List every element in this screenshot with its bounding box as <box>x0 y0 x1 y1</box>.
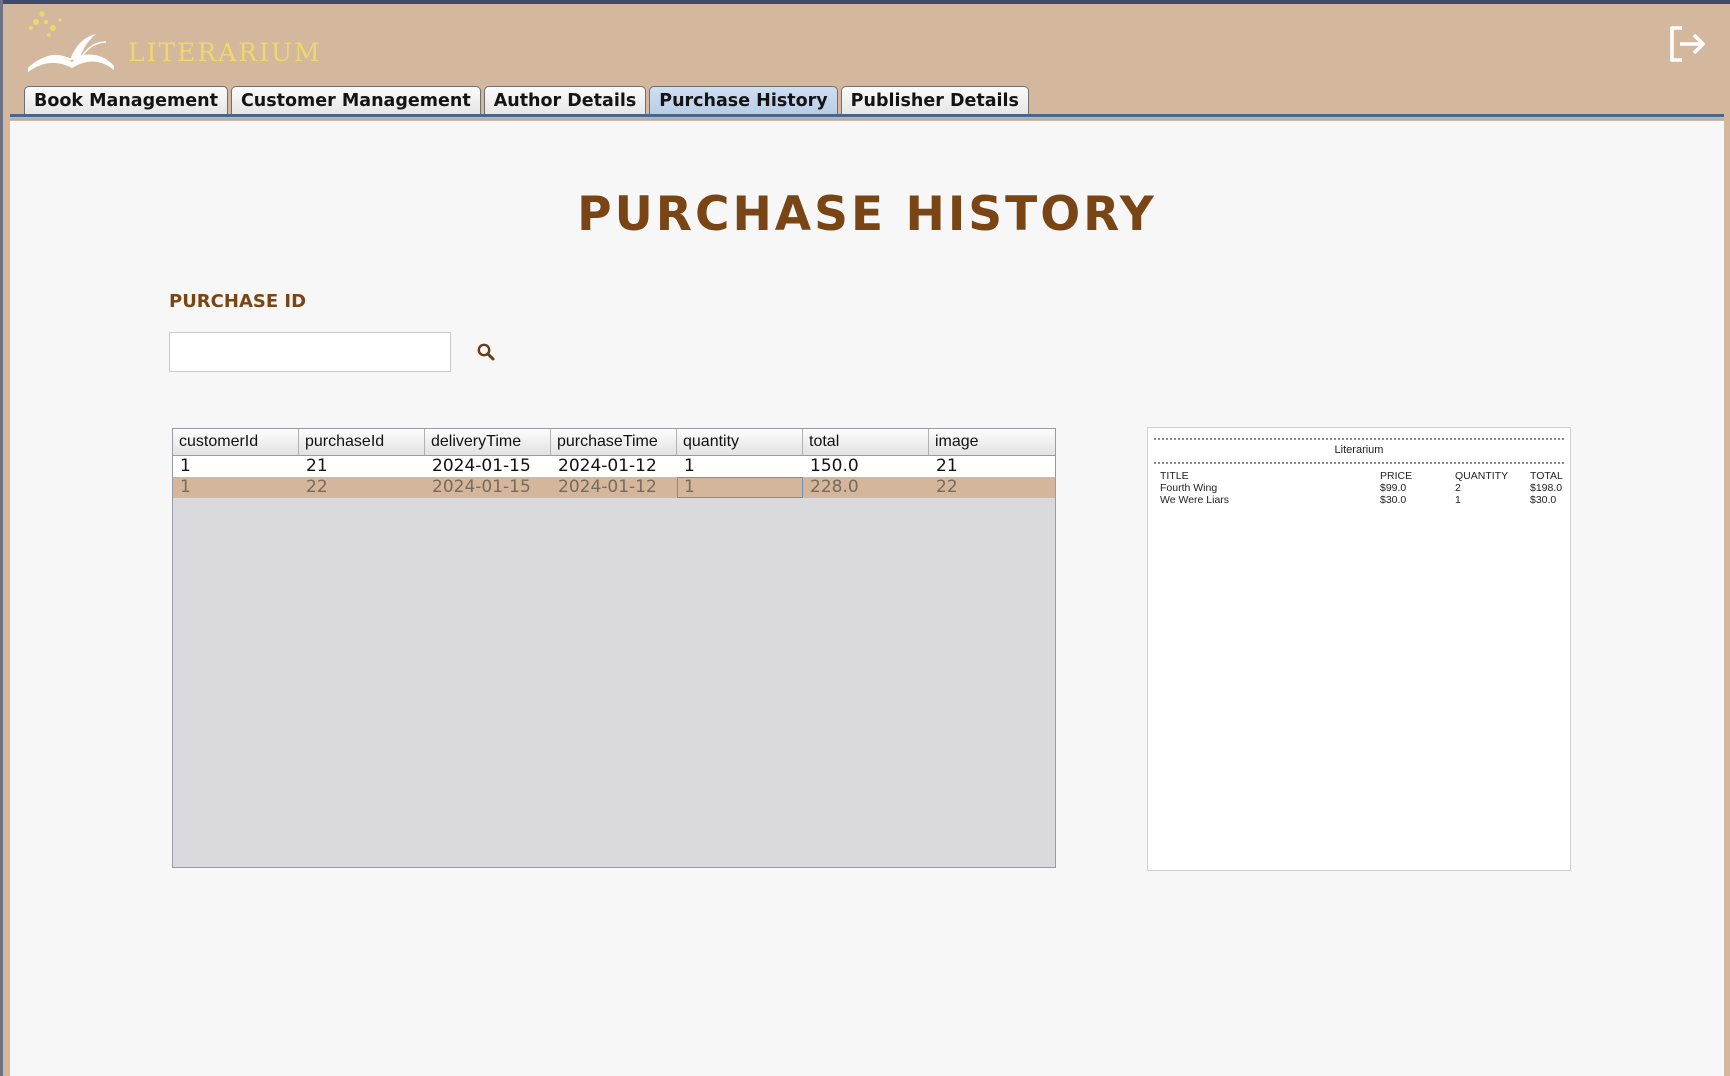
tab-customer-management[interactable]: Customer Management <box>230 86 481 114</box>
column-header-deliverytime[interactable]: deliveryTime <box>425 429 551 455</box>
receipt-item-title: Fourth Wing <box>1160 482 1218 494</box>
open-book-logo-icon <box>22 8 122 76</box>
table-cell: 21 <box>936 456 958 476</box>
purchase-history-panel: PURCHASE HISTORY PURCHASE ID customerId … <box>10 121 1724 1076</box>
receipt-header-total: TOTAL <box>1530 470 1563 482</box>
table-cell: 2024-01-12 <box>558 477 657 497</box>
search-icon[interactable] <box>474 340 498 364</box>
purchase-id-input[interactable] <box>169 332 451 372</box>
receipt-divider <box>1154 462 1564 464</box>
tab-bar: Book Management Customer Management Auth… <box>24 86 1032 116</box>
window-top-border <box>0 0 1730 4</box>
tab-divider-shadow <box>10 118 1724 120</box>
table-cell-focused[interactable]: 1 <box>677 477 803 498</box>
table-cell: 2024-01-15 <box>432 456 531 476</box>
table-cell: 1 <box>684 456 695 476</box>
table-cell: 228.0 <box>810 477 859 497</box>
tab-publisher-details[interactable]: Publisher Details <box>840 86 1029 114</box>
table-row[interactable]: 1 21 2024-01-15 2024-01-12 1 150.0 21 <box>173 456 1055 477</box>
receipt-item-total: $198.0 <box>1530 482 1563 494</box>
table-row-selected[interactable]: 1 22 2024-01-15 2024-01-12 1 228.0 22 <box>173 477 1055 498</box>
receipt-header-quantity: QUANTITY <box>1455 470 1509 482</box>
receipt-divider <box>1154 438 1564 440</box>
tab-author-details[interactable]: Author Details <box>483 86 647 114</box>
page-title: PURCHASE HISTORY <box>577 187 1157 242</box>
logout-icon[interactable] <box>1664 22 1708 66</box>
table-cell: 2024-01-12 <box>558 456 657 476</box>
tab-divider <box>10 114 1724 117</box>
receipt-item-price: $99.0 <box>1380 482 1407 494</box>
column-header-purchaseid[interactable]: purchaseId <box>299 429 425 455</box>
tab-purchase-history[interactable]: Purchase History <box>649 86 838 114</box>
receipt-item-total: $30.0 <box>1530 494 1557 506</box>
table-cell: 1 <box>180 477 191 497</box>
brand-name: LITERARIUM <box>128 38 322 67</box>
receipt-header-title: TITLE <box>1160 470 1189 482</box>
tab-book-management[interactable]: Book Management <box>24 86 228 114</box>
table-cell: 2024-01-15 <box>432 477 531 497</box>
receipt-item-quantity: 2 <box>1455 482 1461 494</box>
receipt-item-price: $30.0 <box>1380 494 1407 506</box>
receipt-preview: Literarium TITLE PRICE QUANTITY TOTAL Fo… <box>1147 427 1571 871</box>
table-cell: 1 <box>180 456 191 476</box>
table-cell: 150.0 <box>810 456 859 476</box>
purchase-id-label: PURCHASE ID <box>169 291 307 312</box>
table-header: customerId purchaseId deliveryTime purch… <box>173 429 1055 456</box>
table-cell: 22 <box>306 477 328 497</box>
table-cell: 22 <box>936 477 958 497</box>
column-header-image[interactable]: image <box>929 429 1055 455</box>
purchase-table[interactable]: customerId purchaseId deliveryTime purch… <box>172 428 1056 868</box>
receipt-item-quantity: 1 <box>1455 494 1461 506</box>
window-left-border <box>0 0 3 1076</box>
receipt-header-price: PRICE <box>1380 470 1413 482</box>
column-header-purchasetime[interactable]: purchaseTime <box>551 429 677 455</box>
receipt-item-title: We Were Liars <box>1160 494 1230 506</box>
receipt-title: Literarium <box>1334 444 1384 456</box>
column-header-quantity[interactable]: quantity <box>677 429 803 455</box>
column-header-total[interactable]: total <box>803 429 929 455</box>
column-header-customerid[interactable]: customerId <box>173 429 299 455</box>
table-cell: 21 <box>306 456 328 476</box>
